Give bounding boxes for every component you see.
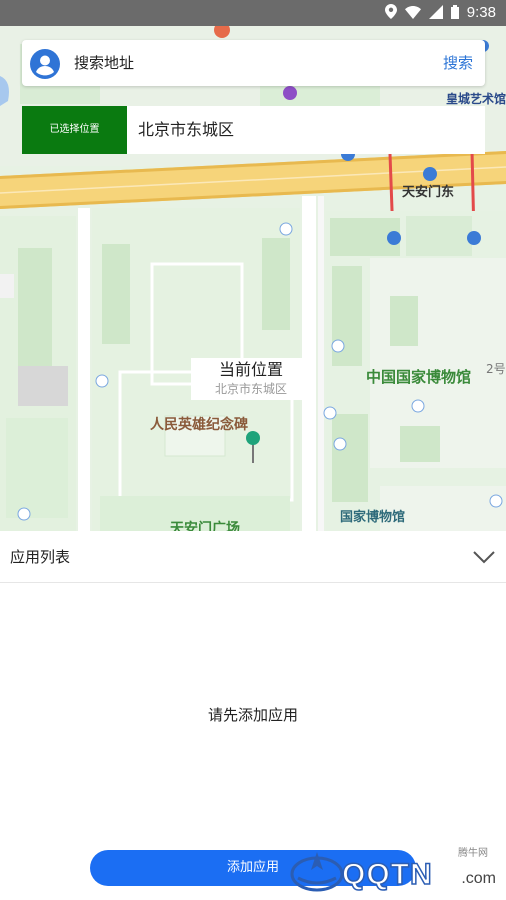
avatar-icon[interactable] <box>30 49 60 79</box>
map-label-national-museum[interactable]: 中国国家博物馆 <box>366 366 471 387</box>
watermark-cn: 腾牛网 <box>458 848 488 859</box>
signal-icon <box>428 4 443 23</box>
location-icon <box>384 3 397 23</box>
battery-icon <box>450 4 459 23</box>
search-bar: 搜索地址 搜索 <box>22 40 485 86</box>
search-input[interactable]: 搜索地址 <box>74 40 394 86</box>
selected-location-badge: 已选择位置 <box>22 106 127 154</box>
selected-location-value[interactable]: 北京市东城区 <box>138 106 234 154</box>
watermark-logo-icon <box>290 848 344 898</box>
search-button[interactable]: 搜索 <box>443 40 473 86</box>
app-list-header[interactable]: 应用列表 <box>0 531 506 583</box>
chevron-down-icon[interactable] <box>472 548 496 566</box>
watermark-brand: QQTN <box>341 857 433 892</box>
app-list-title: 应用列表 <box>10 548 71 566</box>
empty-app-list-text: 请先添加应用 <box>207 706 298 724</box>
map-label-huangcheng[interactable]: 皇城艺术馆 <box>446 90 506 107</box>
watermark: 腾牛网 QQTN .com <box>290 844 500 896</box>
current-location-label: 当前位置 北京市东城区 <box>191 358 311 400</box>
map-label-square[interactable]: 天安门广场 <box>170 518 240 531</box>
current-location-address: 北京市东城区 <box>214 382 287 396</box>
wifi-icon <box>404 4 421 23</box>
status-time: 9:38 <box>466 4 496 21</box>
map-label-monument[interactable]: 人民英雄纪念碑 <box>150 414 248 434</box>
map-label-tiananmen-east[interactable]: 天安门东 <box>402 181 454 200</box>
map-label-national-museum-small[interactable]: 国家博物馆 <box>340 506 405 525</box>
map-canvas <box>0 26 506 531</box>
current-location-title: 当前位置 <box>218 360 283 379</box>
map-view[interactable]: 天安门东 中国国家博物馆 人民英雄纪念碑 国家博物馆 天安门广场 皇城艺术馆 2… <box>0 26 506 531</box>
status-bar: 9:38 <box>0 0 506 26</box>
selected-location-card: 已选择位置 北京市东城区 <box>22 106 485 154</box>
status-icons: 9:38 <box>384 3 496 23</box>
watermark-suffix: .com <box>461 870 496 887</box>
map-label-number-2: 2号 <box>486 362 506 376</box>
